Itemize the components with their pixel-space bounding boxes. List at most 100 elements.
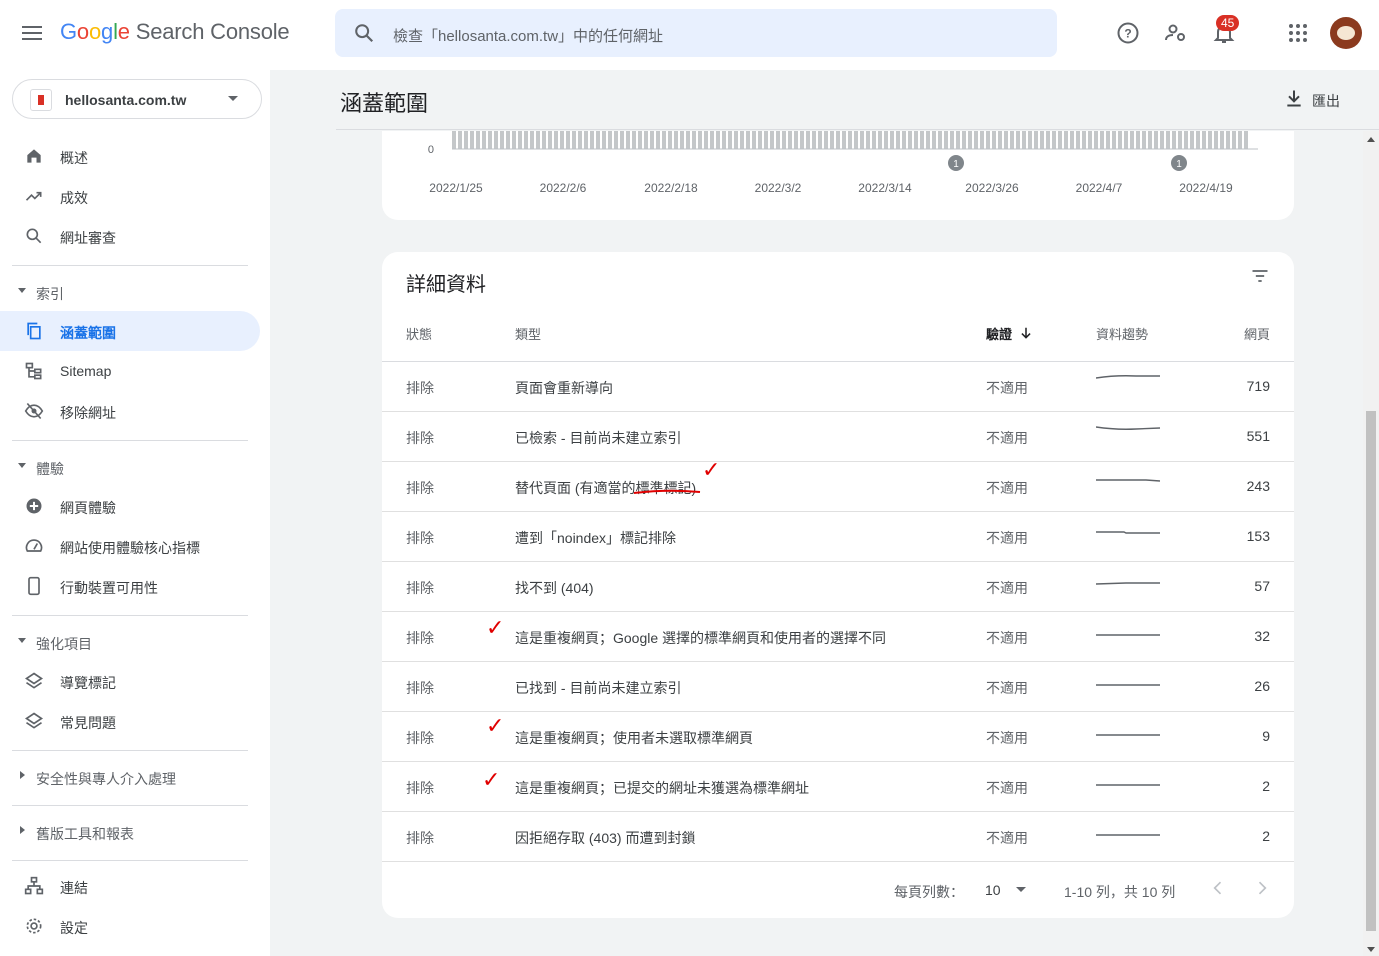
- export-label: 匯出: [1312, 93, 1340, 109]
- sidebar-item-faq[interactable]: 常見問題: [0, 701, 260, 741]
- chart-annotation[interactable]: 1: [1171, 155, 1187, 171]
- chart-bar: [584, 131, 588, 149]
- menu-icon[interactable]: [20, 22, 44, 46]
- sidebar-item-core-web-vitals[interactable]: 網站使用體驗核心指標: [0, 526, 260, 566]
- chart-bar: [596, 131, 600, 149]
- table-row[interactable]: 排除 頁面會重新導向 不適用 719: [382, 362, 1294, 412]
- chart-bar: [788, 131, 792, 149]
- copy-icon: [27, 322, 41, 340]
- chevron-right-icon[interactable]: [1252, 878, 1272, 898]
- sidebar-item-settings[interactable]: 設定: [0, 906, 260, 946]
- chart-bar: [602, 131, 606, 149]
- table-row[interactable]: 排除 遭到「noindex」標記排除 不適用 153: [382, 512, 1294, 562]
- chart-annotation[interactable]: 1: [948, 155, 964, 171]
- chart-bar: [578, 131, 582, 149]
- sidebar-item-performance[interactable]: 成效: [0, 176, 260, 216]
- search-icon: [26, 228, 42, 244]
- table-row[interactable]: 排除 找不到 (404) 不適用 57: [382, 562, 1294, 612]
- chart-bar: [662, 131, 666, 149]
- chart-bar: [806, 131, 810, 149]
- chart-bar: [884, 131, 888, 149]
- manage-users-icon[interactable]: [1164, 21, 1188, 45]
- page-scrollbar[interactable]: [1363, 131, 1379, 956]
- help-icon[interactable]: ?: [1116, 21, 1140, 45]
- chart-bar: [872, 131, 876, 149]
- sidebar-item-overview[interactable]: 概述: [0, 136, 260, 176]
- section-security[interactable]: 安全性與專人介入處理: [0, 761, 260, 791]
- sidebar-item-removals[interactable]: 移除網址: [0, 391, 260, 431]
- chevron-down-icon: [228, 96, 238, 101]
- section-experience[interactable]: 體驗: [0, 451, 260, 481]
- check-mark-annotation: ✓: [702, 458, 721, 483]
- table-row[interactable]: 排除 已檢索 - 目前尚未建立索引 不適用 551: [382, 412, 1294, 462]
- row-type: 這是重複網頁；使用者未選取標準網頁: [515, 730, 753, 746]
- sidebar-item-breadcrumbs[interactable]: 導覽標記: [0, 661, 260, 701]
- row-trend-sparkline: [1096, 426, 1161, 430]
- chart-bar: [536, 131, 540, 149]
- chart-bar: [818, 131, 822, 149]
- chart-bar: [1142, 131, 1146, 149]
- chart-bar: [1118, 131, 1122, 149]
- app-logo[interactable]: Google Search Console: [60, 19, 290, 45]
- table-row[interactable]: 排除 替代頁面 (有適當的標準標記) 不適用 243: [382, 462, 1294, 512]
- account-avatar[interactable]: [1330, 17, 1362, 49]
- row-validation: 不適用: [986, 580, 1028, 596]
- table-row[interactable]: 排除 因拒絕存取 (403) 而遭到封鎖 不適用 2: [382, 812, 1294, 862]
- sidebar-item-label: 常見問題: [60, 715, 116, 731]
- chevron-down-icon: [18, 463, 26, 468]
- row-validation: 不適用: [986, 780, 1028, 796]
- chart-bar: [860, 131, 864, 149]
- chart-bar: [998, 131, 1002, 149]
- row-type: 已找到 - 目前尚未建立索引: [515, 680, 682, 696]
- chart-bar: [776, 131, 780, 149]
- rows-per-page-select[interactable]: 10: [984, 878, 1034, 902]
- scroll-up-arrow-icon[interactable]: [1367, 137, 1375, 142]
- table-row[interactable]: 排除 這是重複網頁；Google 選擇的標準網頁和使用者的選擇不同 不適用 32: [382, 612, 1294, 662]
- property-selector[interactable]: hellosanta.com.tw: [12, 79, 262, 119]
- column-header-status[interactable]: 狀態: [406, 324, 432, 343]
- scrollbar-thumb[interactable]: [1366, 411, 1376, 931]
- sidebar-item-url-inspection[interactable]: 網址審查: [0, 216, 260, 256]
- trending-up-icon: [25, 191, 42, 201]
- sidebar-item-sitemap[interactable]: Sitemap: [0, 351, 260, 391]
- chevron-left-icon[interactable]: [1208, 878, 1228, 898]
- column-header-pages[interactable]: 網頁: [1244, 324, 1270, 343]
- chart-bar: [1172, 131, 1176, 149]
- table-row[interactable]: 排除 已找到 - 目前尚未建立索引 不適用 26: [382, 662, 1294, 712]
- table-row[interactable]: 排除 這是重複網頁；已提交的網址未獲選為標準網址 不適用 2: [382, 762, 1294, 812]
- chart-bar: [1022, 131, 1026, 149]
- apps-grid-icon[interactable]: [1286, 21, 1310, 45]
- sidebar-item-links[interactable]: 連結: [0, 866, 260, 906]
- section-enhancements[interactable]: 強化項目: [0, 626, 260, 656]
- sidebar-item-coverage[interactable]: 涵蓋範圍: [0, 311, 260, 351]
- section-index[interactable]: 索引: [0, 276, 260, 306]
- sort-down-icon[interactable]: [1019, 326, 1033, 340]
- column-header-type[interactable]: 類型: [515, 324, 541, 343]
- url-inspect-search[interactable]: 檢查「hellosanta.com.tw」中的任何網址: [335, 9, 1057, 57]
- filter-icon[interactable]: [1250, 266, 1270, 286]
- column-header-validation[interactable]: 驗證: [986, 324, 1012, 343]
- table-row[interactable]: 排除 這是重複網頁；使用者未選取標準網頁 不適用 9: [382, 712, 1294, 762]
- chart-bar: [974, 131, 978, 149]
- sidebar-item-label: 成效: [60, 190, 88, 206]
- section-legacy[interactable]: 舊版工具和報表: [0, 816, 260, 846]
- chart-bar: [1100, 131, 1104, 149]
- row-pages: 2: [1262, 828, 1270, 844]
- underline-annotation: [633, 489, 701, 494]
- sidebar-item-page-experience[interactable]: 網頁體驗: [0, 486, 260, 526]
- sitemap-icon: [25, 362, 42, 380]
- section-label: 安全性與專人介入處理: [36, 771, 176, 787]
- x-tick-label: 2022/2/6: [540, 181, 587, 195]
- chart-bar: [1124, 131, 1128, 149]
- sidebar-item-mobile-usability[interactable]: 行動裝置可用性: [0, 566, 260, 606]
- details-card: 詳細資料 狀態 類型 驗證 資料趨勢 網頁 排除 頁面會重新導向 不適用 719 排除已…: [382, 252, 1294, 918]
- divider: [12, 750, 248, 751]
- column-header-trend[interactable]: 資料趨勢: [1096, 324, 1148, 343]
- chart-bar: [1010, 131, 1014, 149]
- row-trend-sparkline: [1096, 375, 1160, 379]
- scroll-down-arrow-icon[interactable]: [1367, 947, 1375, 952]
- chart-bar: [992, 131, 996, 149]
- x-tick-label: 2022/1/25: [429, 181, 483, 195]
- x-tick-label: 2022/2/18: [644, 181, 698, 195]
- row-status: 排除: [406, 830, 434, 846]
